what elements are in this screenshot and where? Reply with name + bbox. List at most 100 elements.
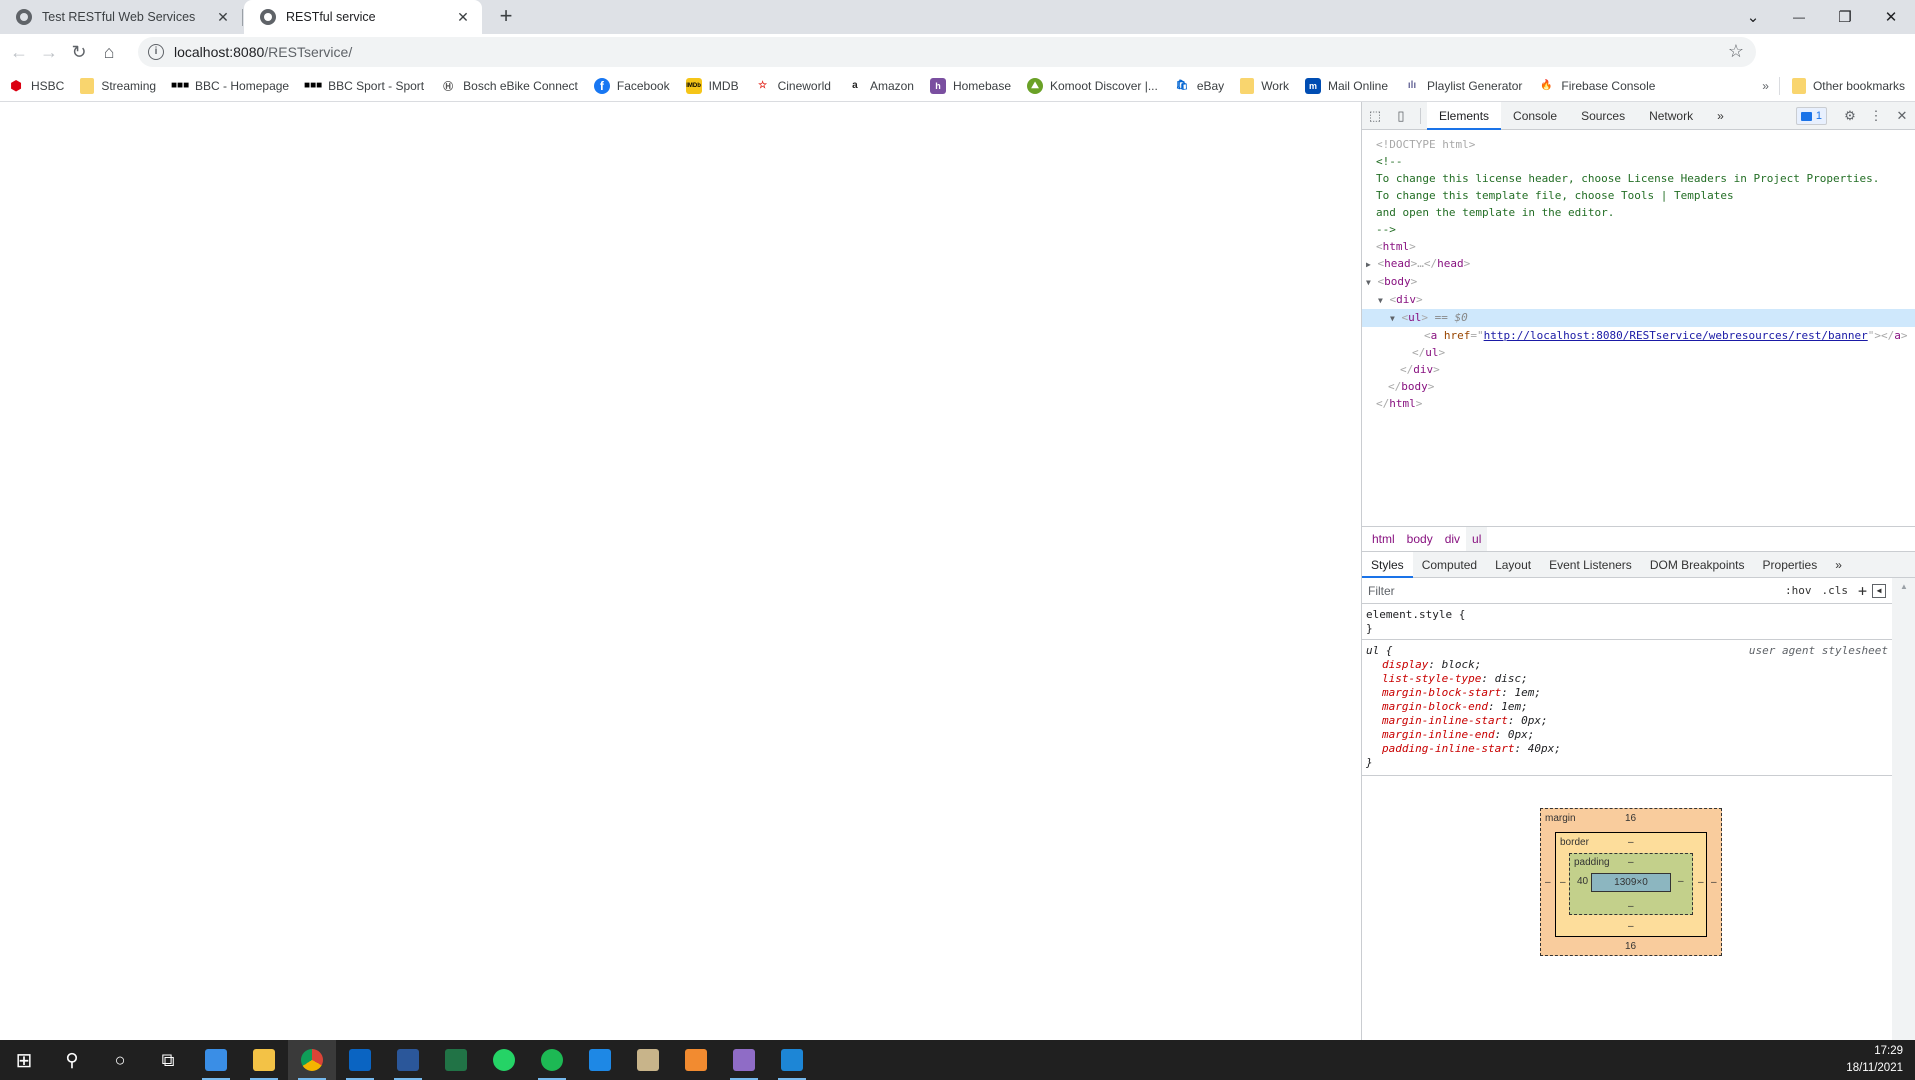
taskbar-photos[interactable]	[768, 1040, 816, 1080]
breadcrumb-body[interactable]: body	[1401, 527, 1439, 551]
css-value[interactable]: 0px	[1521, 714, 1541, 727]
tab-dom-breakpoints[interactable]: DOM Breakpoints	[1641, 552, 1754, 578]
bookmark-komoot-discover[interactable]: ⛰ Komoot Discover |...	[1027, 77, 1158, 94]
settings-gear-icon[interactable]: ⚙	[1837, 103, 1863, 129]
box-model-content-size[interactable]: 1309×0	[1591, 873, 1671, 892]
bookmark-firebase-console[interactable]: 🔥 Firebase Console	[1538, 78, 1655, 94]
address-bar[interactable]: i localhost:8080/RESTservice/ ☆	[138, 37, 1756, 67]
taskbar-excel[interactable]	[432, 1040, 480, 1080]
padding-right-value[interactable]: –	[1678, 876, 1684, 887]
css-value[interactable]: disc	[1495, 672, 1522, 685]
bookmark-bbc-sport-sport[interactable]: ■■■ BBC Sport - Sport	[304, 78, 424, 94]
dom-div-node[interactable]: ▼ <div>	[1362, 291, 1915, 309]
bookmark-amazon[interactable]: a Amazon	[847, 78, 914, 94]
box-model-border[interactable]: border – – – – padding – – 40 – 1309×0	[1555, 832, 1707, 937]
taskbar-media-player[interactable]	[672, 1040, 720, 1080]
css-declaration[interactable]: margin-block-start: 1em;	[1366, 686, 1888, 700]
css-declaration[interactable]: display: block;	[1366, 658, 1888, 672]
devtools-tab-sources[interactable]: Sources	[1569, 102, 1637, 130]
url-text[interactable]: localhost:8080/RESTservice/	[174, 44, 352, 60]
margin-left-value[interactable]: –	[1545, 877, 1551, 888]
taskbar-task-view[interactable]: ⧉	[144, 1040, 192, 1080]
forward-button[interactable]: →	[34, 37, 64, 67]
taskbar-control-panel[interactable]	[192, 1040, 240, 1080]
other-bookmarks-folder[interactable]: Other bookmarks	[1791, 78, 1905, 94]
inspect-element-icon[interactable]: ⬚	[1362, 103, 1388, 129]
tab-styles[interactable]: Styles	[1362, 551, 1413, 578]
dom-doctype[interactable]: <!DOCTYPE html>	[1362, 136, 1915, 153]
margin-bottom-value[interactable]: 16	[1625, 941, 1636, 952]
css-declaration[interactable]: margin-block-end: 1em;	[1366, 700, 1888, 714]
bookmark-hsbc[interactable]: ⬢ HSBC	[8, 78, 64, 94]
margin-top-value[interactable]: 16	[1625, 813, 1636, 824]
collapse-triangle-icon[interactable]: ▼	[1390, 314, 1395, 323]
taskbar-3d-builder[interactable]	[720, 1040, 768, 1080]
dom-comment-open[interactable]: <!--	[1362, 153, 1915, 170]
css-value[interactable]: block	[1442, 658, 1475, 671]
padding-top-value[interactable]: –	[1628, 857, 1634, 868]
dom-body-close[interactable]: </body>	[1362, 378, 1915, 395]
box-model-padding[interactable]: padding – – 40 – 1309×0	[1569, 853, 1693, 915]
bookmark-ebay[interactable]: 🛍 eBay	[1174, 78, 1224, 94]
breadcrumb-html[interactable]: html	[1366, 527, 1401, 551]
taskbar-cortana[interactable]: ○	[96, 1040, 144, 1080]
element-style-rule[interactable]: element.style { }	[1362, 604, 1892, 640]
bookmark-star-icon[interactable]: ☆	[1728, 41, 1744, 62]
more-tabs-button[interactable]: »	[1705, 102, 1736, 130]
css-declaration[interactable]: margin-inline-start: 0px;	[1366, 714, 1888, 728]
styles-filter-input[interactable]	[1362, 579, 1780, 602]
site-info-icon[interactable]: i	[148, 44, 164, 60]
css-declaration[interactable]: list-style-type: disc;	[1366, 672, 1888, 686]
css-value[interactable]: 1em	[1514, 686, 1534, 699]
collapse-triangle-icon[interactable]: ▼	[1378, 296, 1383, 305]
css-declaration[interactable]: margin-inline-end: 0px;	[1366, 728, 1888, 742]
expand-triangle-icon[interactable]: ▶	[1366, 260, 1371, 269]
more-style-tabs-button[interactable]: »	[1826, 552, 1851, 578]
href-link[interactable]: http://localhost:8080/RESTservice/webres…	[1484, 329, 1868, 342]
dom-html-close[interactable]: </html>	[1362, 395, 1915, 412]
dom-ul-close[interactable]: </ul>	[1362, 344, 1915, 361]
dom-html-node[interactable]: <html>	[1362, 238, 1915, 255]
close-window-button[interactable]: ✕	[1868, 0, 1914, 34]
css-declaration[interactable]: padding-inline-start: 40px;	[1366, 742, 1888, 756]
dom-body-node[interactable]: ▼ <body>	[1362, 273, 1915, 291]
tab-event-listeners[interactable]: Event Listeners	[1540, 552, 1641, 578]
tab-computed[interactable]: Computed	[1413, 552, 1486, 578]
taskbar-search[interactable]: ⚲	[48, 1040, 96, 1080]
taskbar-word[interactable]	[384, 1040, 432, 1080]
css-property[interactable]: display	[1382, 658, 1428, 671]
css-property[interactable]: margin-inline-start	[1382, 714, 1508, 727]
bookmark-bbc-homepage[interactable]: ■■■ BBC - Homepage	[171, 78, 289, 94]
close-tab-icon[interactable]: ✕	[214, 9, 232, 26]
close-devtools-icon[interactable]: ✕	[1889, 103, 1915, 129]
css-property[interactable]: list-style-type	[1382, 672, 1481, 685]
bookmark-work[interactable]: Work	[1240, 77, 1289, 94]
taskbar-file-explorer[interactable]	[240, 1040, 288, 1080]
devtools-tab-elements[interactable]: Elements	[1427, 101, 1502, 130]
toggle-sidebar-icon[interactable]: ◀	[1872, 583, 1886, 598]
tab-properties[interactable]: Properties	[1754, 552, 1827, 578]
bookmark-streaming[interactable]: Streaming	[80, 77, 156, 94]
dom-comment-close[interactable]: -->	[1362, 221, 1915, 238]
dom-comment-line[interactable]: and open the template in the editor.	[1362, 204, 1915, 221]
bookmark-cineworld[interactable]: ☆ Cineworld	[755, 78, 831, 94]
dom-ul-node-selected[interactable]: ▼ <ul> == $0	[1362, 309, 1915, 327]
taskbar-netbeans-installer[interactable]	[624, 1040, 672, 1080]
new-rule-button[interactable]: +	[1853, 582, 1872, 600]
ul-user-agent-rule[interactable]: ul { user agent stylesheet display: bloc…	[1362, 640, 1892, 776]
devtools-menu-icon[interactable]: ⋮	[1863, 103, 1889, 129]
breadcrumb-ul[interactable]: ul	[1466, 527, 1488, 551]
css-property[interactable]: margin-block-end	[1382, 700, 1488, 713]
dom-div-close[interactable]: </div>	[1362, 361, 1915, 378]
device-toolbar-icon[interactable]: ▯	[1388, 103, 1414, 129]
taskbar-spotify[interactable]	[528, 1040, 576, 1080]
taskbar-outlook[interactable]	[336, 1040, 384, 1080]
issues-badge[interactable]: 1	[1795, 107, 1827, 125]
bookmark-facebook[interactable]: f Facebook	[593, 77, 670, 94]
dom-a-node[interactable]: <a href="http://localhost:8080/RESTservi…	[1362, 327, 1915, 344]
system-clock[interactable]: 17:29 18/11/2021	[1846, 1043, 1903, 1077]
bookmarks-overflow-button[interactable]: »	[1762, 79, 1769, 93]
border-right-value[interactable]: –	[1698, 877, 1704, 888]
dom-comment-line[interactable]: To change this license header, choose Li…	[1362, 170, 1915, 187]
browser-tab-restful-service[interactable]: RESTful service ✕	[244, 0, 482, 34]
